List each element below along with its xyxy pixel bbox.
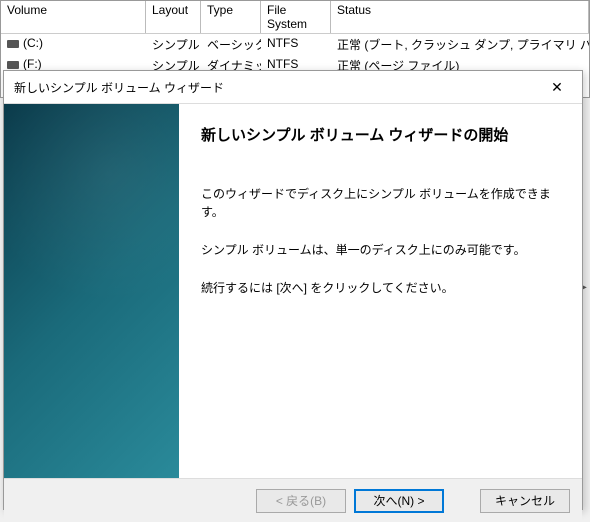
header-status[interactable]: Status [331,1,589,33]
wizard-body: 新しいシンプル ボリューム ウィザードの開始 このウィザードでディスク上にシンプ… [4,103,582,478]
volume-label: (C:) [23,36,43,50]
table-row[interactable]: (C:) シンプル ベーシック NTFS 正常 (ブート, クラッシュ ダンプ,… [1,34,589,55]
disk-icon [7,61,19,69]
table-header: Volume Layout Type File System Status [1,1,589,34]
wizard-text-1: このウィザードでディスク上にシンプル ボリュームを作成できます。 [201,185,560,221]
wizard-dialog: 新しいシンプル ボリューム ウィザード ✕ 新しいシンプル ボリューム ウィザー… [3,70,583,510]
fs-cell: NTFS [261,35,331,54]
next-button[interactable]: 次へ(N) > [354,489,444,513]
type-cell: ベーシック [201,35,261,54]
close-icon: ✕ [551,79,563,96]
wizard-text-2: シンプル ボリュームは、単一のディスク上にのみ可能です。 [201,241,560,259]
header-layout[interactable]: Layout [146,1,201,33]
wizard-titlebar: 新しいシンプル ボリューム ウィザード ✕ [4,71,582,103]
wizard-side-graphic [4,104,179,478]
volume-label: (F:) [23,57,42,71]
wizard-heading: 新しいシンプル ボリューム ウィザードの開始 [201,124,560,145]
cancel-button[interactable]: キャンセル [480,489,570,513]
wizard-text-3: 続行するには [次へ] をクリックしてください。 [201,279,560,297]
wizard-title: 新しいシンプル ボリューム ウィザード [14,79,224,96]
header-type[interactable]: Type [201,1,261,33]
layout-cell: シンプル [146,35,201,54]
close-button[interactable]: ✕ [542,77,572,97]
disk-icon [7,40,19,48]
wizard-content: 新しいシンプル ボリューム ウィザードの開始 このウィザードでディスク上にシンプ… [179,104,582,478]
header-volume[interactable]: Volume [1,1,146,33]
header-filesystem[interactable]: File System [261,1,331,33]
wizard-footer: < 戻る(B) 次へ(N) > キャンセル [4,478,582,522]
back-button[interactable]: < 戻る(B) [256,489,346,513]
status-cell: 正常 (ブート, クラッシュ ダンプ, プライマリ パーティション) [331,35,589,54]
